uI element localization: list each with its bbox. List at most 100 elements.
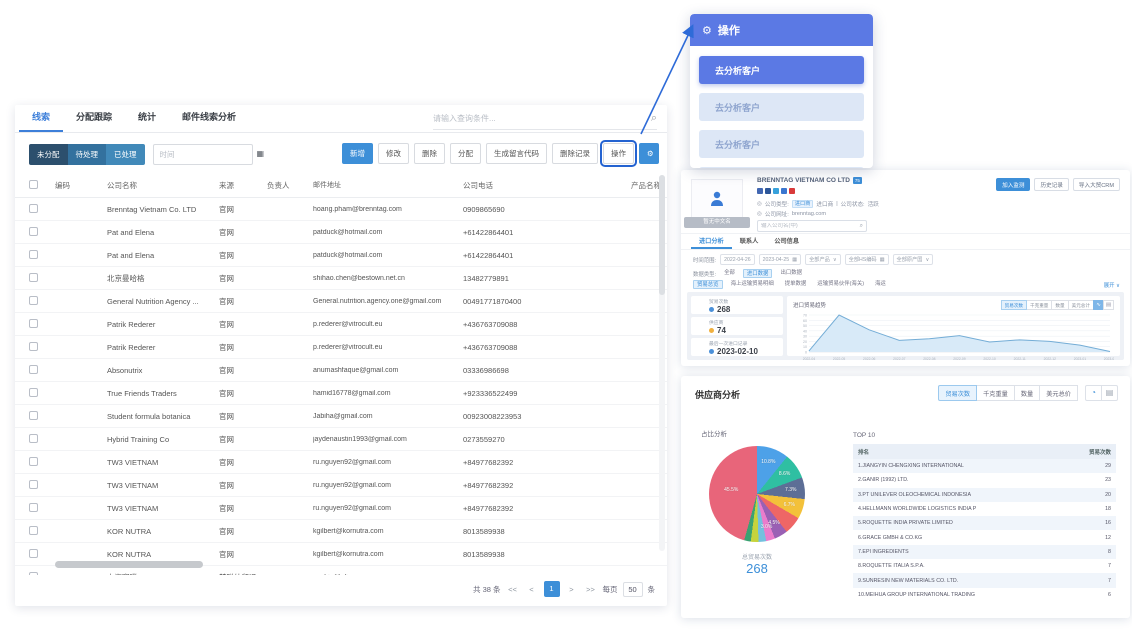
nav-tab[interactable]: 线索 (19, 105, 63, 132)
sub-tab[interactable]: 运输贸易伙伴(海关) (814, 280, 867, 289)
toolbar-action-button[interactable]: 操作 (603, 143, 634, 164)
table-row[interactable]: TW3 VIETNAM 官网 ru.nguyen92@gmail.com +84… (15, 474, 667, 497)
table-row[interactable]: TW3 VIETNAM 官网 ru.nguyen92@gmail.com +84… (15, 451, 667, 474)
row-checkbox[interactable] (29, 388, 38, 397)
sub-tab[interactable]: 海上运输贸易明细 (728, 280, 777, 289)
table-row[interactable]: Absonutrix 官网 anumashfaque@gmail.com 033… (15, 359, 667, 382)
social-icon[interactable] (757, 188, 763, 194)
list-icon-button[interactable]: ▤ (1103, 300, 1114, 310)
table-row[interactable]: Hybrid Training Co 官网 jaydenaustin1993@g… (15, 428, 667, 451)
toolbar-action-button[interactable]: 删除记录 (552, 143, 598, 164)
supplier-toggle[interactable]: 贸易次数 (938, 385, 977, 401)
trend-toggle[interactable]: 数量 (1051, 300, 1068, 310)
sub-tab[interactable]: 海运 (872, 280, 889, 289)
page-next-button[interactable]: > (565, 581, 579, 597)
supplier-pie[interactable] (709, 446, 805, 542)
company-card-tab[interactable]: 进口分析 (691, 234, 732, 249)
per-page-input[interactable]: 50 (623, 582, 643, 597)
top10-row[interactable]: 2.GANIR (1992) LTD. 23 (853, 473, 1116, 487)
supplier-toggle[interactable]: 千克重量 (976, 385, 1015, 401)
row-checkbox[interactable] (29, 365, 38, 374)
data-type-option[interactable]: 出口数据 (777, 269, 805, 278)
table-row[interactable]: Brenntag Vietnam Co. LTD 官网 hoang.pham@b… (15, 198, 667, 221)
top10-row[interactable]: 5.ROQUETTE INDIA PRIVATE LIMITED 16 (853, 516, 1116, 530)
data-type-option[interactable]: 全部 (721, 269, 738, 278)
history-button[interactable]: 历史记录 (1034, 178, 1068, 191)
social-icon[interactable] (789, 188, 795, 194)
status-filter-segment[interactable]: 待处理 (68, 144, 107, 165)
row-checkbox[interactable] (29, 411, 38, 420)
table-row[interactable]: Student formula botanica 官网 Jabiha@gmail… (15, 405, 667, 428)
page-current[interactable]: 1 (544, 581, 560, 597)
table-row[interactable]: KOR NUTRA 官网 kgilbert@kornutra.com 80135… (15, 520, 667, 543)
expand-link[interactable]: 展开 ∨ (1104, 281, 1120, 289)
company-name-field[interactable] (761, 223, 860, 229)
row-checkbox[interactable] (29, 572, 38, 576)
add-monitor-button[interactable]: 加入监测 (996, 178, 1030, 191)
trend-toggle[interactable]: 贸易次数 (1001, 300, 1027, 310)
nav-tab[interactable]: 分配跟踪 (63, 105, 125, 132)
top10-row[interactable]: 3.PT UNILEVER OLEOCHEMICAL INDONESIA 20 (853, 488, 1116, 502)
popup-item-analyze-customer[interactable]: 去分析客户 (699, 56, 864, 84)
date-from-input[interactable]: 2022-04-26 (720, 254, 755, 265)
toolbar-action-button[interactable]: 修改 (378, 143, 409, 164)
social-icon[interactable] (781, 188, 787, 194)
row-checkbox[interactable] (29, 204, 38, 213)
row-checkbox[interactable] (29, 227, 38, 236)
table-row[interactable]: TW3 VIETNAM 官网 ru.nguyen92@gmail.com +84… (15, 497, 667, 520)
company-card-tab[interactable]: 联系人 (732, 234, 767, 249)
vertical-scrollbar-thumb[interactable] (659, 175, 665, 295)
popup-item-analyze-customer[interactable]: 去分析客户 (699, 167, 864, 168)
trend-toggle[interactable]: 千克重量 (1026, 300, 1052, 310)
page-last-button[interactable]: >> (584, 581, 598, 597)
pie-view-icon-button[interactable]: ◔ (1085, 385, 1102, 401)
origin-select[interactable]: 全部原产国∨ (893, 254, 934, 265)
nav-tab[interactable]: 统计 (125, 105, 169, 132)
select-all-checkbox[interactable] (29, 180, 38, 189)
row-checkbox[interactable] (29, 480, 38, 489)
nav-tab[interactable]: 邮件线索分析 (169, 105, 249, 132)
company-site-link[interactable]: brenntag.com (792, 211, 826, 217)
toolbar-action-button[interactable]: 分配 (450, 143, 481, 164)
company-name-search[interactable]: ⌕ (757, 220, 867, 232)
top10-row[interactable]: 1.JIANGYIN CHENGXING INTERNATIONAL 29 (853, 459, 1116, 473)
table-row[interactable]: Pat and Elena 官网 patduck@hotmail.com +61… (15, 221, 667, 244)
row-checkbox[interactable] (29, 250, 38, 259)
import-crm-button[interactable]: 导入大贸CRM (1073, 178, 1120, 191)
status-filter-segment[interactable]: 已处理 (106, 144, 145, 165)
supplier-toggle[interactable]: 数量 (1014, 385, 1040, 401)
supplier-toggle[interactable]: 美元总价 (1039, 385, 1078, 401)
social-icon[interactable] (773, 188, 779, 194)
social-icon[interactable] (765, 188, 771, 194)
row-checkbox[interactable] (29, 503, 38, 512)
row-checkbox[interactable] (29, 526, 38, 535)
top10-row[interactable]: 7.EPI INGREDIENTS 8 (853, 545, 1116, 559)
top10-row[interactable]: 10.MEIHUA GROUP INTERNATIONAL TRADING 6 (853, 588, 1116, 602)
table-row[interactable]: Pat and Elena 官网 patduck@hotmail.com +61… (15, 244, 667, 267)
popup-item-analyze-customer[interactable]: 去分析客户 (699, 130, 864, 158)
top10-row[interactable]: 4.HELLMANN WORLDWIDE LOGISTICS INDIA P 1… (853, 502, 1116, 516)
search-input[interactable]: ⌕ (433, 107, 657, 130)
sub-tab[interactable]: 贸易总览 (693, 280, 723, 289)
product-select[interactable]: 全部产品∨ (805, 254, 841, 265)
time-field[interactable] (160, 150, 257, 159)
table-row[interactable]: Patrik Rederer 官网 p.rederer@vitrocult.eu… (15, 313, 667, 336)
date-to-input[interactable]: 2023-04-25▦ (759, 254, 801, 265)
row-checkbox[interactable] (29, 296, 38, 305)
table-row[interactable]: True Friends Traders 官网 hamid16778@gmail… (15, 382, 667, 405)
toolbar-action-button[interactable]: 删除 (414, 143, 445, 164)
row-checkbox[interactable] (29, 342, 38, 351)
company-card-tab[interactable]: 公司信息 (766, 234, 807, 249)
top10-row[interactable]: 9.SUNRESIN NEW MATERIALS CO. LTD. 7 (853, 573, 1116, 587)
vertical-scrollbar[interactable] (659, 175, 665, 551)
row-checkbox[interactable] (29, 273, 38, 282)
horizontal-scrollbar-thumb[interactable] (55, 561, 203, 568)
trend-toggle[interactable]: 美元总计 (1068, 300, 1094, 310)
time-filter-input[interactable]: ▦ (153, 144, 253, 165)
data-type-option[interactable]: 进口数据 (743, 269, 773, 278)
table-row[interactable]: 北京曼哈格 官网 shihao.chen@bestown.net.cn 1348… (15, 267, 667, 290)
top10-row[interactable]: 6.GRACE GMBH & CO.KG 12 (853, 530, 1116, 544)
gear-icon-button[interactable]: ⚙ (639, 143, 659, 164)
row-checkbox[interactable] (29, 319, 38, 328)
top10-row[interactable]: 8.ROQUETTE ITALIA S.P.A. 7 (853, 559, 1116, 573)
